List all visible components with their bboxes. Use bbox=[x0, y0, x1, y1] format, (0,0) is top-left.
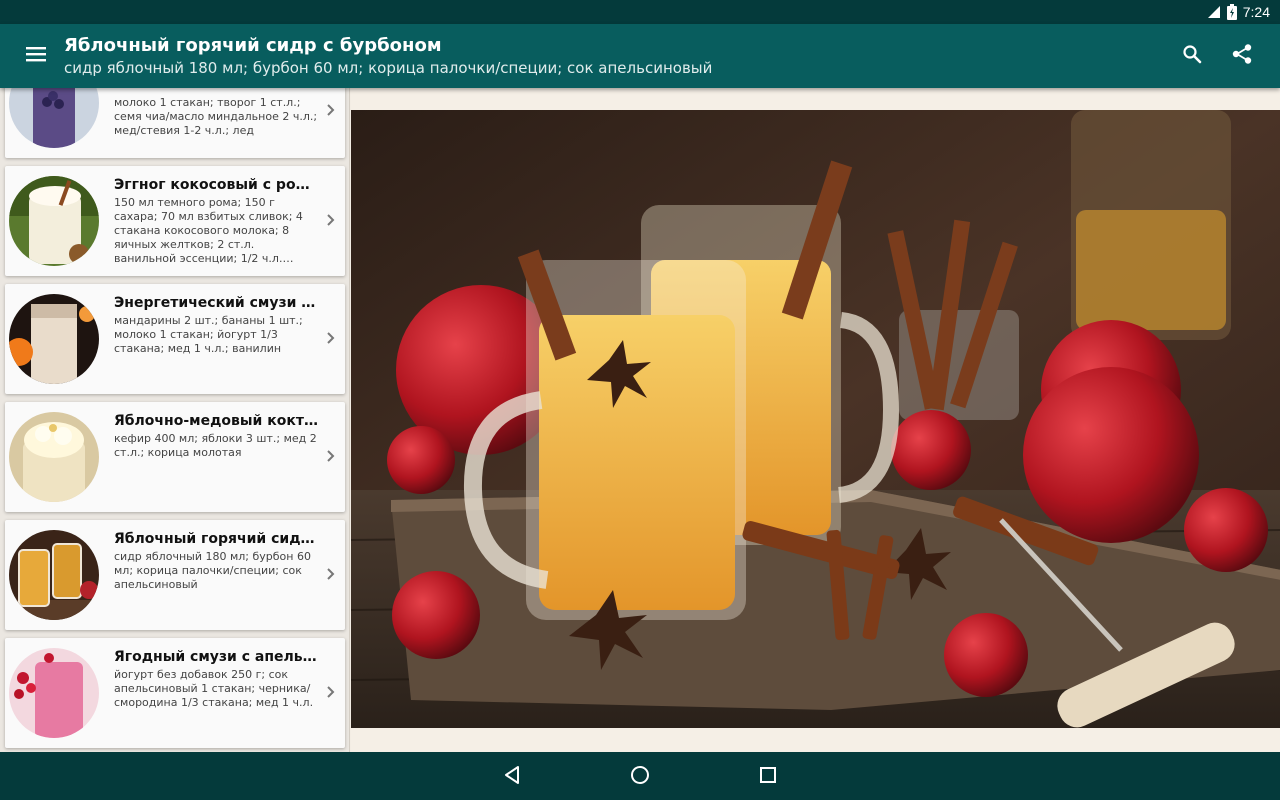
recipe-hero-image bbox=[351, 110, 1280, 728]
page-subtitle: сидр яблочный 180 мл; бурбон 60 мл; кори… bbox=[64, 59, 713, 77]
recipe-title: Ягодный смузи с апельс... bbox=[114, 649, 319, 665]
battery-icon bbox=[1226, 4, 1237, 20]
recipe-thumbnail-berry-smoothie bbox=[9, 648, 99, 738]
recipe-list[interactable]: молоко 1 стакан; творог 1 ст.л.; семя чи… bbox=[0, 88, 350, 752]
recipe-thumbnail-blueberry-smoothie bbox=[9, 88, 99, 148]
chevron-right-icon bbox=[325, 210, 337, 230]
search-button[interactable] bbox=[1176, 42, 1208, 70]
chevron-right-icon bbox=[325, 564, 337, 584]
recipe-card[interactable]: Яблочный горячий сидр... сидр яблочный 1… bbox=[5, 520, 345, 630]
recipe-card[interactable]: молоко 1 стакан; творог 1 ст.л.; семя чи… bbox=[5, 88, 345, 158]
menu-icon bbox=[26, 46, 46, 66]
recipe-ingredients: йогурт без добавок 250 г; сок апельсинов… bbox=[114, 668, 314, 709]
signal-icon bbox=[1207, 5, 1221, 19]
recipe-ingredients: мандарины 2 шт.; бананы 1 шт.; молоко 1 … bbox=[114, 314, 303, 355]
recents-button[interactable] bbox=[755, 764, 781, 790]
recipe-ingredients: 150 мл темного рома; 150 г сахара; 70 мл… bbox=[114, 196, 303, 265]
recipe-card[interactable]: Эггног кокосовый с ром... 150 мл темного… bbox=[5, 166, 345, 276]
recipe-thumbnail-energy-smoothie bbox=[9, 294, 99, 384]
system-nav-bar bbox=[0, 752, 1280, 800]
app-toolbar: Яблочный горячий сидр с бурбоном сидр яб… bbox=[0, 24, 1280, 88]
recipe-ingredients: кефир 400 мл; яблоки 3 шт.; мед 2 ст.л.;… bbox=[114, 432, 317, 459]
status-tray: 7:24 bbox=[1207, 0, 1270, 24]
status-bar: 7:24 bbox=[0, 0, 1280, 24]
share-button[interactable] bbox=[1226, 42, 1258, 70]
home-button[interactable] bbox=[627, 764, 653, 790]
recents-icon bbox=[759, 766, 777, 788]
search-icon bbox=[1182, 44, 1202, 68]
recipe-thumbnail-apple-honey-cocktail bbox=[9, 412, 99, 502]
recipe-card[interactable]: Яблочно-медовый кокте... кефир 400 мл; я… bbox=[5, 402, 345, 512]
chevron-right-icon bbox=[325, 446, 337, 466]
chevron-right-icon bbox=[325, 100, 337, 120]
status-time: 7:24 bbox=[1242, 4, 1270, 20]
recipe-card[interactable]: Ягодный смузи с апельс... йогурт без доб… bbox=[5, 638, 345, 748]
recipe-card[interactable]: Энергетический смузи и... мандарины 2 шт… bbox=[5, 284, 345, 394]
recipe-title: Яблочно-медовый кокте... bbox=[114, 413, 319, 429]
title-block: Яблочный горячий сидр с бурбоном сидр яб… bbox=[64, 34, 712, 78]
recipe-detail[interactable] bbox=[351, 88, 1280, 752]
menu-button[interactable] bbox=[20, 42, 52, 70]
share-icon bbox=[1231, 43, 1253, 69]
back-icon bbox=[503, 765, 521, 789]
chevron-right-icon bbox=[325, 682, 337, 702]
back-button[interactable] bbox=[499, 764, 525, 790]
page-title: Яблочный горячий сидр с бурбоном bbox=[64, 35, 442, 56]
recipe-thumbnail-coconut-eggnog bbox=[9, 176, 99, 266]
home-icon bbox=[630, 765, 650, 789]
recipe-title: Энергетический смузи и... bbox=[114, 295, 319, 311]
recipe-thumbnail-hot-cider bbox=[9, 530, 99, 620]
recipe-ingredients: сидр яблочный 180 мл; бурбон 60 мл; кори… bbox=[114, 550, 311, 591]
recipe-title: Эггног кокосовый с ром... bbox=[114, 177, 319, 193]
chevron-right-icon bbox=[325, 328, 337, 348]
recipe-ingredients: молоко 1 стакан; творог 1 ст.л.; семя чи… bbox=[114, 96, 318, 137]
recipe-title: Яблочный горячий сидр... bbox=[114, 531, 319, 547]
